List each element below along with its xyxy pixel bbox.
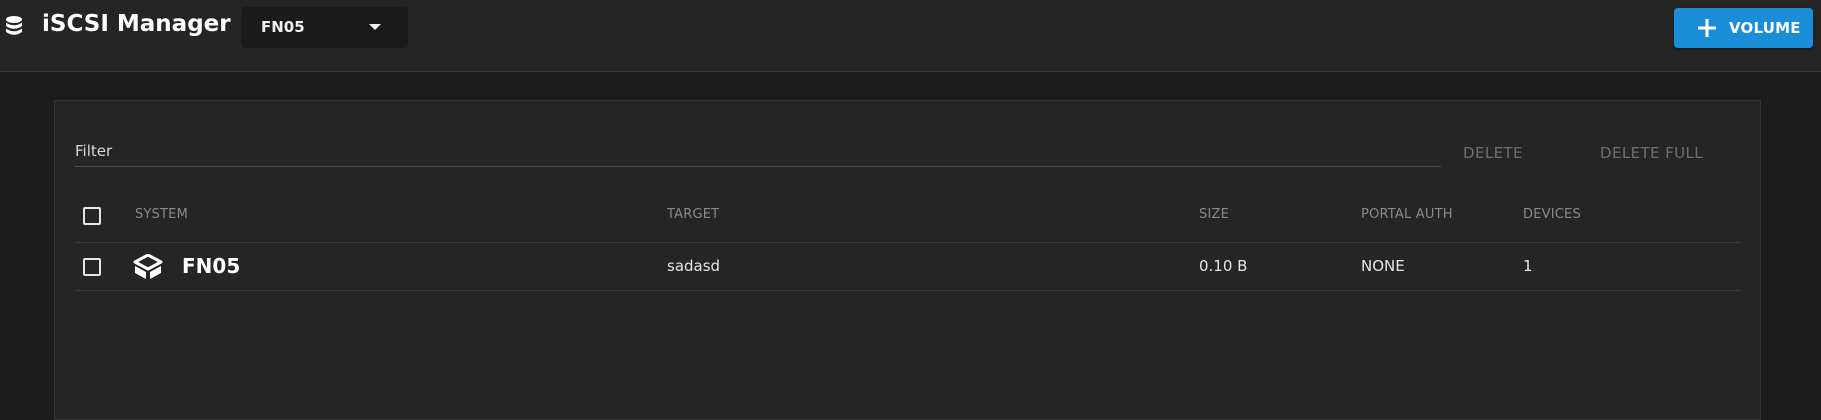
top-bar: iSCSI Manager FN05 VOLUME [0, 0, 1821, 72]
target-cell: sadasd [667, 257, 721, 275]
plus-icon [1698, 19, 1716, 37]
column-header-devices[interactable]: DEVICES [1523, 207, 1581, 222]
system-name: FN05 [182, 254, 241, 278]
delete-full-button[interactable]: DELETE FULL [1600, 144, 1703, 162]
row-checkbox[interactable] [83, 258, 101, 276]
select-all-checkbox[interactable] [83, 207, 101, 225]
caret-down-icon [369, 24, 381, 30]
table-row[interactable]: FN05 sadasd 0.10 B NONE 1 [75, 243, 1741, 291]
delete-button[interactable]: DELETE [1463, 144, 1523, 162]
volumes-card: DELETE DELETE FULL SYSTEM TARGET SIZE PO… [54, 100, 1761, 420]
freenas-logo-icon [133, 254, 163, 279]
database-icon [6, 16, 22, 35]
column-header-size[interactable]: SIZE [1199, 207, 1229, 222]
size-cell: 0.10 B [1199, 257, 1248, 275]
page-title: iSCSI Manager [42, 11, 231, 37]
filter-input[interactable] [75, 139, 1441, 163]
add-volume-button[interactable]: VOLUME [1674, 8, 1813, 48]
system-select-value: FN05 [261, 18, 305, 36]
column-header-target[interactable]: TARGET [667, 207, 719, 222]
devices-cell: 1 [1523, 257, 1533, 275]
column-header-system[interactable]: SYSTEM [135, 207, 188, 222]
system-select[interactable]: FN05 [241, 7, 408, 48]
portal-auth-cell: NONE [1361, 257, 1405, 275]
add-volume-label: VOLUME [1729, 19, 1801, 37]
table-header-row: SYSTEM TARGET SIZE PORTAL AUTH DEVICES [75, 191, 1741, 243]
filter-field [75, 137, 1441, 167]
column-header-portal-auth[interactable]: PORTAL AUTH [1361, 207, 1453, 222]
